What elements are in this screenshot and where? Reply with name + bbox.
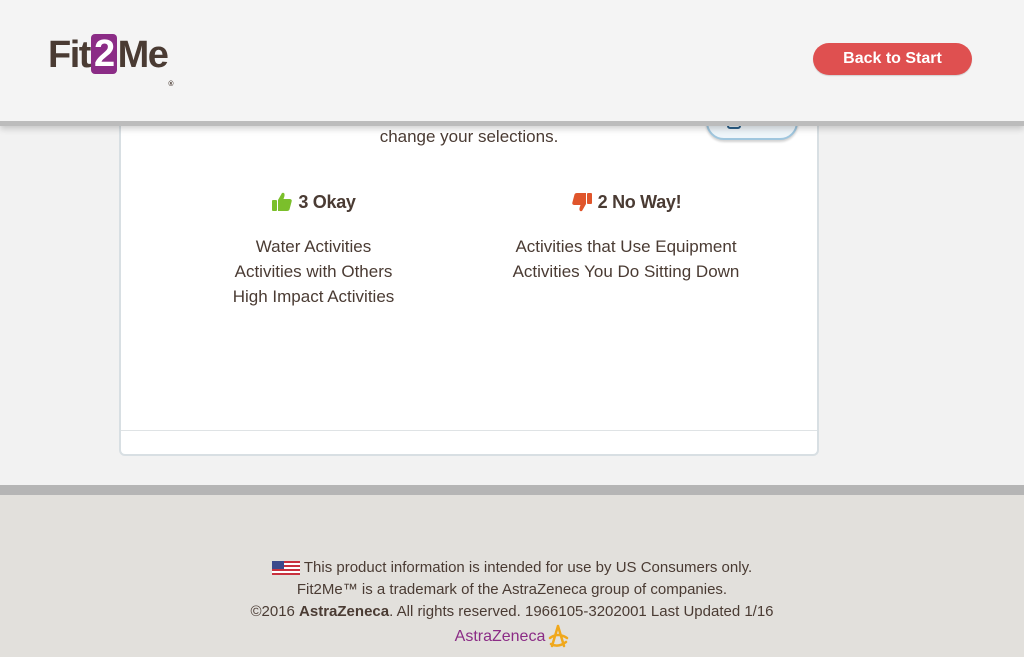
noway-list: Activities that Use Equipment Activities… [496,234,756,284]
list-item: High Impact Activities [232,287,395,306]
fit2me-logo[interactable]: Fit 2 Me ® [48,34,174,106]
okay-list: Water Activities Activities with Others … [201,234,426,309]
astrazeneca-symbol-icon [549,624,569,648]
page: change your selections. Edit 3 Okay Wate… [0,0,1024,657]
logo-text-fit: Fit [48,34,91,76]
footer-line3-post: . All rights reserved. 1966105-3202001 L… [389,603,774,620]
thumbs-up-icon [272,192,293,211]
logo-registered-mark: ® [168,81,174,88]
app-header: Fit 2 Me ® Back to Start [0,0,1024,126]
list-item: Water Activities [255,237,372,256]
okay-column: 3 Okay Water Activities Activities with … [201,190,426,309]
back-to-start-button[interactable]: Back to Start [813,43,972,75]
site-footer: This product information is intended for… [0,485,1024,657]
footer-text: This product information is intended for… [0,557,1024,623]
okay-heading: 3 Okay [201,190,426,214]
footer-consumer-notice: This product information is intended for… [0,557,1024,579]
footer-line3-pre: ©2016 [250,603,300,620]
footer-line2: Fit2Me™ is a trademark of the AstraZenec… [296,581,728,598]
footer-line1: This product information is intended for… [303,559,753,576]
us-flag-icon [271,561,300,575]
okay-heading-text: 3 Okay [298,191,356,212]
list-item: Activities with Others [234,262,393,281]
noway-heading: 2 No Way! [496,190,756,214]
noway-heading-text: 2 No Way! [597,191,682,212]
list-item: Activities You Do Sitting Down [512,262,740,281]
list-item: Activities that Use Equipment [515,237,737,256]
footer-line3-brand: AstraZeneca [299,603,390,620]
footer-line3: ©2016 AstraZeneca. All rights reserved. … [0,601,1024,623]
logo-text-two: 2 [90,34,117,74]
logo-text-me: Me [117,34,169,76]
noway-column: 2 No Way! Activities that Use Equipment … [496,190,756,284]
card-divider [121,430,817,431]
selection-summary-card: change your selections. Edit 3 Okay Wate… [119,90,819,456]
astrazeneca-logo-text: AstraZeneca [454,628,546,645]
thumbs-down-icon [571,193,592,212]
astrazeneca-logo: AstraZeneca [0,624,1024,650]
